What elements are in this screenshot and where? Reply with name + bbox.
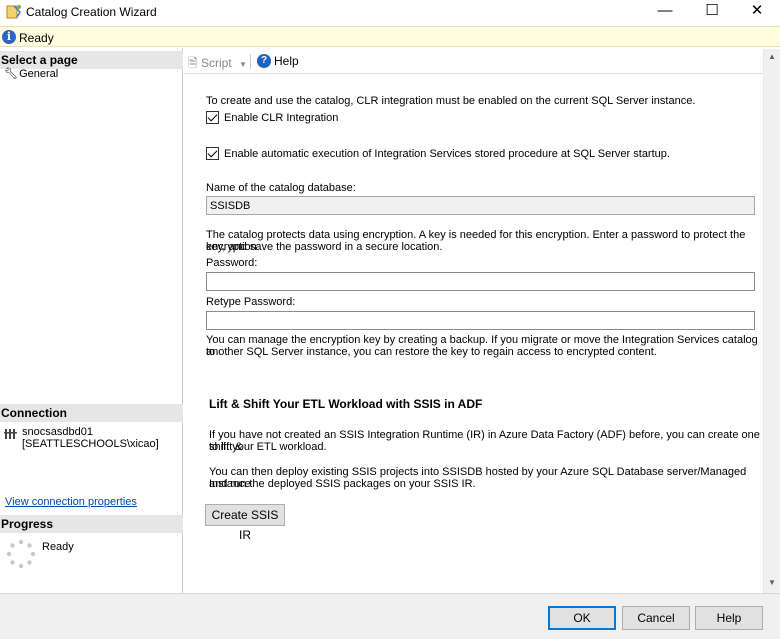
- chevron-down-icon[interactable]: ▼: [239, 60, 247, 69]
- page-item-general[interactable]: 🔧︎ General: [4, 67, 58, 80]
- toolbar-divider: [250, 54, 251, 69]
- toolbar-help-button[interactable]: Help: [274, 54, 299, 68]
- wizard-app-icon: [6, 5, 21, 19]
- scroll-down-icon[interactable]: ▼: [764, 575, 780, 591]
- catalog-db-field: SSISDB: [206, 196, 755, 215]
- enable-clr-label: Enable CLR Integration: [224, 112, 339, 124]
- auto-exec-label: Enable automatic execution of Integratio…: [224, 148, 670, 160]
- script-label: Script: [201, 56, 232, 70]
- script-button[interactable]: 🗎︎ Script ▼: [188, 54, 247, 75]
- left-pane: Select a page 🔧︎ General Connection snoc…: [0, 48, 183, 593]
- script-icon: 🗎︎: [188, 56, 198, 70]
- connection-server: snocsasdbd01: [22, 426, 93, 438]
- password-field[interactable]: [206, 272, 755, 291]
- help-button[interactable]: Help: [695, 606, 763, 630]
- catalog-db-label: Name of the catalog database:: [206, 182, 356, 194]
- window-title: Catalog Creation Wizard: [26, 5, 157, 19]
- status-bar: i Ready: [0, 26, 780, 47]
- dialog-button-bar: OK Cancel Help: [0, 593, 780, 639]
- connection-header: Connection: [0, 404, 183, 422]
- close-button[interactable]: ✕: [734, 0, 780, 24]
- maximize-button[interactable]: ☐: [689, 0, 735, 24]
- page-item-label: General: [19, 68, 59, 80]
- view-connection-properties-link[interactable]: View connection properties: [5, 496, 137, 508]
- retype-password-label: Retype Password:: [206, 296, 296, 308]
- minimize-button[interactable]: —: [642, 0, 688, 24]
- adf-heading: Lift & Shift Your ETL Workload with SSIS…: [209, 397, 483, 411]
- encryption-text-line2: key, and save the password in a secure l…: [206, 241, 443, 253]
- ok-button[interactable]: OK: [548, 606, 616, 630]
- progress-spinner-icon: [6, 539, 36, 569]
- info-icon: i: [2, 30, 16, 44]
- create-ssis-ir-button[interactable]: Create SSIS IR: [205, 504, 285, 542]
- title-bar: Catalog Creation Wizard — ☐ ✕: [0, 0, 780, 24]
- help-icon[interactable]: ?: [257, 54, 271, 68]
- status-text: Ready: [19, 31, 54, 45]
- toolbar: 🗎︎ Script ▼ ? Help: [184, 48, 780, 74]
- main-content: To create and use the catalog, CLR integ…: [184, 74, 763, 592]
- progress-status: Ready: [42, 541, 74, 553]
- adf-para1-line2: shift your ETL workload.: [209, 441, 327, 453]
- enable-clr-checkbox[interactable]: [206, 111, 219, 124]
- progress-header: Progress: [0, 515, 183, 533]
- scroll-up-icon[interactable]: ▲: [764, 49, 780, 65]
- connection-user: [SEATTLESCHOOLS\xicao]: [22, 438, 159, 450]
- auto-exec-checkbox[interactable]: [206, 147, 219, 160]
- vertical-scrollbar[interactable]: ▲ ▼: [763, 49, 780, 593]
- adf-para2-line2: and run the deployed SSIS packages on yo…: [209, 478, 476, 490]
- server-connection-icon: [4, 429, 17, 439]
- clr-intro-text: To create and use the catalog, CLR integ…: [206, 95, 696, 107]
- wrench-icon: 🔧︎: [4, 68, 18, 80]
- password-label: Password:: [206, 257, 258, 269]
- retype-password-field[interactable]: [206, 311, 755, 330]
- backup-text-line2: another SQL Server instance, you can res…: [206, 346, 657, 358]
- cancel-button[interactable]: Cancel: [622, 606, 690, 630]
